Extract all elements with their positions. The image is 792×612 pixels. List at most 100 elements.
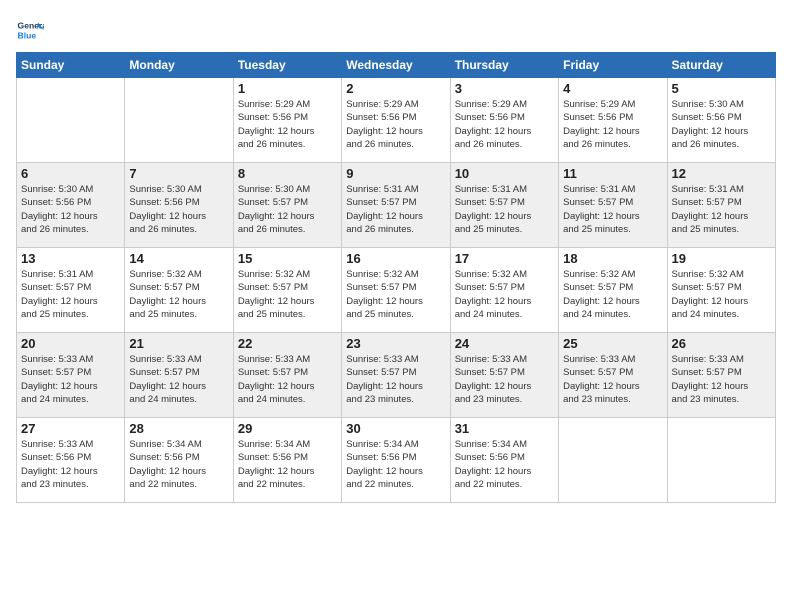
day-info: Sunrise: 5:33 AM Sunset: 5:57 PM Dayligh…	[21, 353, 120, 406]
day-number: 2	[346, 81, 445, 96]
day-info: Sunrise: 5:31 AM Sunset: 5:57 PM Dayligh…	[563, 183, 662, 236]
day-info: Sunrise: 5:31 AM Sunset: 5:57 PM Dayligh…	[346, 183, 445, 236]
calendar-table: SundayMondayTuesdayWednesdayThursdayFrid…	[16, 52, 776, 503]
calendar-cell: 7 Sunrise: 5:30 AM Sunset: 5:56 PM Daylig…	[125, 163, 233, 248]
day-info: Sunrise: 5:34 AM Sunset: 5:56 PM Dayligh…	[455, 438, 554, 491]
calendar-cell: 21Sunrise: 5:33 AM Sunset: 5:57 PM Dayli…	[125, 333, 233, 418]
day-info: Sunrise: 5:30 AM Sunset: 5:56 PM Dayligh…	[21, 183, 120, 236]
page-header: General Blue	[16, 16, 776, 44]
day-info: Sunrise: 5:34 AM Sunset: 5:56 PM Dayligh…	[129, 438, 228, 491]
calendar-cell: 15 Sunrise: 5:32 AM Sunset: 5:57 PM Dayli…	[233, 248, 341, 333]
day-info: Sunrise: 5:32 AM Sunset: 5:57 PM Dayligh…	[563, 268, 662, 321]
day-info: Sunrise: 5:33 AM Sunset: 5:57 PM Dayligh…	[346, 353, 445, 406]
calendar-cell: 5 Sunrise: 5:30 AM Sunset: 5:56 PM Daylig…	[667, 78, 775, 163]
day-number: 8	[238, 166, 337, 181]
day-info: Sunrise: 5:31 AM Sunset: 5:57 PM Dayligh…	[455, 183, 554, 236]
day-number: 23	[346, 336, 445, 351]
day-info: Sunrise: 5:32 AM Sunset: 5:57 PM Dayligh…	[238, 268, 337, 321]
calendar-cell: 17 Sunrise: 5:32 AM Sunset: 5:57 PM Dayli…	[450, 248, 558, 333]
day-number: 4	[563, 81, 662, 96]
day-number: 1	[238, 81, 337, 96]
day-number: 15	[238, 251, 337, 266]
day-info: Sunrise: 5:30 AM Sunset: 5:56 PM Dayligh…	[672, 98, 771, 151]
day-info: Sunrise: 5:33 AM Sunset: 5:57 PM Dayligh…	[455, 353, 554, 406]
day-info: Sunrise: 5:33 AM Sunset: 5:57 PM Dayligh…	[129, 353, 228, 406]
calendar-cell	[667, 418, 775, 503]
calendar-cell: 19Sunrise: 5:32 AM Sunset: 5:57 PM Dayli…	[667, 248, 775, 333]
calendar-cell	[559, 418, 667, 503]
calendar-cell: 9Sunrise: 5:31 AM Sunset: 5:57 PM Daylig…	[342, 163, 450, 248]
day-info: Sunrise: 5:29 AM Sunset: 5:56 PM Dayligh…	[563, 98, 662, 151]
day-info: Sunrise: 5:31 AM Sunset: 5:57 PM Dayligh…	[672, 183, 771, 236]
calendar-cell: 10 Sunrise: 5:31 AM Sunset: 5:57 PM Dayli…	[450, 163, 558, 248]
day-info: Sunrise: 5:34 AM Sunset: 5:56 PM Dayligh…	[346, 438, 445, 491]
day-info: Sunrise: 5:32 AM Sunset: 5:57 PM Dayligh…	[346, 268, 445, 321]
calendar-cell: 18 Sunrise: 5:32 AM Sunset: 5:57 PM Dayli…	[559, 248, 667, 333]
day-info: Sunrise: 5:29 AM Sunset: 5:56 PM Dayligh…	[238, 98, 337, 151]
calendar-cell: 16 Sunrise: 5:32 AM Sunset: 5:57 PM Dayli…	[342, 248, 450, 333]
day-info: Sunrise: 5:32 AM Sunset: 5:57 PM Dayligh…	[672, 268, 771, 321]
calendar-cell: 22 Sunrise: 5:33 AM Sunset: 5:57 PM Dayli…	[233, 333, 341, 418]
weekday-header-tuesday: Tuesday	[233, 53, 341, 78]
day-number: 17	[455, 251, 554, 266]
day-info: Sunrise: 5:31 AM Sunset: 5:57 PM Dayligh…	[21, 268, 120, 321]
weekday-header-saturday: Saturday	[667, 53, 775, 78]
calendar-cell: 20Sunrise: 5:33 AM Sunset: 5:57 PM Dayli…	[17, 333, 125, 418]
calendar-cell: 12 Sunrise: 5:31 AM Sunset: 5:57 PM Dayli…	[667, 163, 775, 248]
weekday-header-monday: Monday	[125, 53, 233, 78]
weekday-header-friday: Friday	[559, 53, 667, 78]
day-number: 29	[238, 421, 337, 436]
day-number: 5	[672, 81, 771, 96]
calendar-cell: 11 Sunrise: 5:31 AM Sunset: 5:57 PM Dayli…	[559, 163, 667, 248]
logo: General Blue	[16, 16, 48, 44]
calendar-cell: 28Sunrise: 5:34 AM Sunset: 5:56 PM Dayli…	[125, 418, 233, 503]
calendar-cell: 2 Sunrise: 5:29 AM Sunset: 5:56 PM Daylig…	[342, 78, 450, 163]
calendar-cell: 1 Sunrise: 5:29 AM Sunset: 5:56 PM Daylig…	[233, 78, 341, 163]
calendar-cell: 8 Sunrise: 5:30 AM Sunset: 5:57 PM Daylig…	[233, 163, 341, 248]
day-number: 3	[455, 81, 554, 96]
day-number: 22	[238, 336, 337, 351]
day-number: 16	[346, 251, 445, 266]
calendar-cell: 27Sunrise: 5:33 AM Sunset: 5:56 PM Dayli…	[17, 418, 125, 503]
calendar-cell: 13 Sunrise: 5:31 AM Sunset: 5:57 PM Dayli…	[17, 248, 125, 333]
day-number: 12	[672, 166, 771, 181]
day-info: Sunrise: 5:33 AM Sunset: 5:57 PM Dayligh…	[672, 353, 771, 406]
weekday-header-wednesday: Wednesday	[342, 53, 450, 78]
day-info: Sunrise: 5:29 AM Sunset: 5:56 PM Dayligh…	[346, 98, 445, 151]
calendar-cell: 31 Sunrise: 5:34 AM Sunset: 5:56 PM Dayli…	[450, 418, 558, 503]
calendar-cell: 30Sunrise: 5:34 AM Sunset: 5:56 PM Dayli…	[342, 418, 450, 503]
day-number: 18	[563, 251, 662, 266]
day-info: Sunrise: 5:34 AM Sunset: 5:56 PM Dayligh…	[238, 438, 337, 491]
day-info: Sunrise: 5:32 AM Sunset: 5:57 PM Dayligh…	[455, 268, 554, 321]
calendar-cell	[17, 78, 125, 163]
weekday-header-thursday: Thursday	[450, 53, 558, 78]
calendar-cell: 6Sunrise: 5:30 AM Sunset: 5:56 PM Daylig…	[17, 163, 125, 248]
weekday-header-sunday: Sunday	[17, 53, 125, 78]
logo-icon: General Blue	[16, 16, 44, 44]
calendar-cell: 14 Sunrise: 5:32 AM Sunset: 5:57 PM Dayli…	[125, 248, 233, 333]
day-number: 26	[672, 336, 771, 351]
calendar-cell: 4 Sunrise: 5:29 AM Sunset: 5:56 PM Daylig…	[559, 78, 667, 163]
calendar-cell: 23 Sunrise: 5:33 AM Sunset: 5:57 PM Dayli…	[342, 333, 450, 418]
calendar-cell: 26 Sunrise: 5:33 AM Sunset: 5:57 PM Dayli…	[667, 333, 775, 418]
day-info: Sunrise: 5:30 AM Sunset: 5:57 PM Dayligh…	[238, 183, 337, 236]
day-info: Sunrise: 5:32 AM Sunset: 5:57 PM Dayligh…	[129, 268, 228, 321]
calendar-cell	[125, 78, 233, 163]
calendar-cell: 29 Sunrise: 5:34 AM Sunset: 5:56 PM Dayli…	[233, 418, 341, 503]
day-number: 25	[563, 336, 662, 351]
day-info: Sunrise: 5:33 AM Sunset: 5:57 PM Dayligh…	[563, 353, 662, 406]
day-number: 31	[455, 421, 554, 436]
svg-text:Blue: Blue	[18, 31, 37, 41]
day-info: Sunrise: 5:29 AM Sunset: 5:56 PM Dayligh…	[455, 98, 554, 151]
day-info: Sunrise: 5:30 AM Sunset: 5:56 PM Dayligh…	[129, 183, 228, 236]
day-number: 14	[129, 251, 228, 266]
day-number: 27	[21, 421, 120, 436]
day-number: 24	[455, 336, 554, 351]
calendar-cell: 24 Sunrise: 5:33 AM Sunset: 5:57 PM Dayli…	[450, 333, 558, 418]
day-info: Sunrise: 5:33 AM Sunset: 5:57 PM Dayligh…	[238, 353, 337, 406]
calendar-cell: 3 Sunrise: 5:29 AM Sunset: 5:56 PM Daylig…	[450, 78, 558, 163]
day-number: 7	[129, 166, 228, 181]
day-number: 13	[21, 251, 120, 266]
day-number: 10	[455, 166, 554, 181]
day-number: 11	[563, 166, 662, 181]
